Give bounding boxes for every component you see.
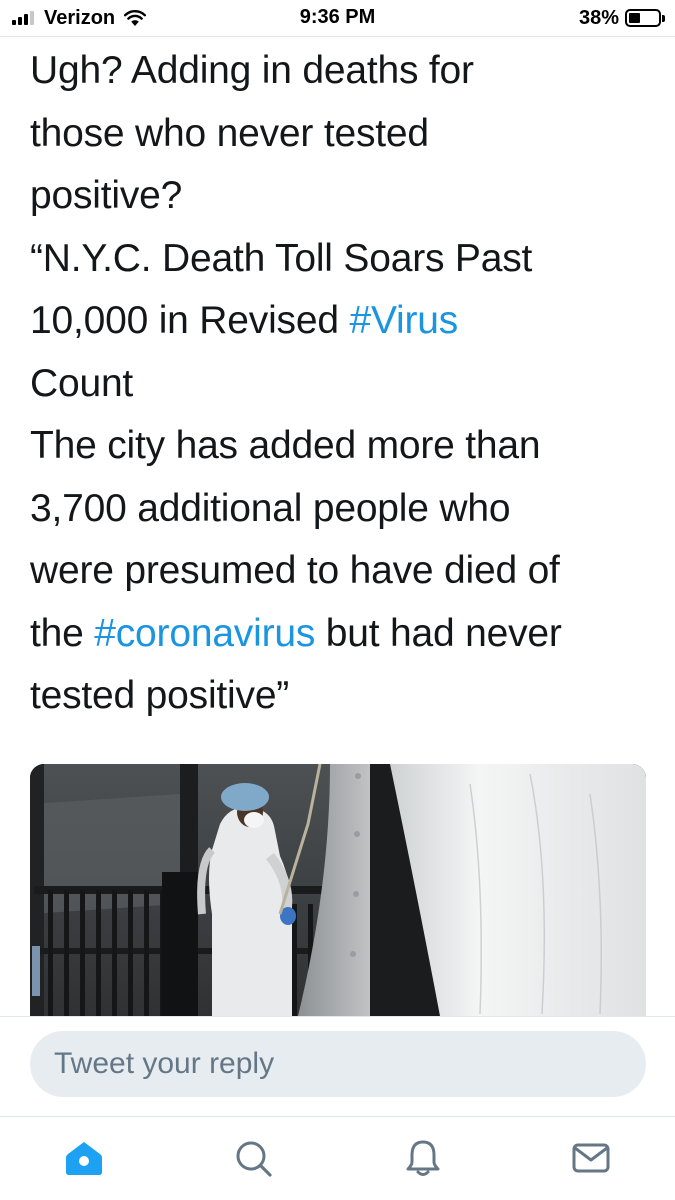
tweet-text-line: The city has added more than — [30, 415, 660, 478]
status-bar: Verizon 9:36 PM 38% — [0, 0, 675, 36]
tweet-text: Ugh? Adding in deaths for those who never… — [30, 40, 660, 728]
tweet-text-line: were presumed to have died of — [30, 540, 660, 603]
tweet-text-segment: tested positive” — [30, 674, 290, 717]
reply-bar — [0, 1016, 675, 1116]
tweet-text-line: “N.Y.C. Death Toll Soars Past — [30, 228, 660, 291]
tweet-photo[interactable] — [30, 764, 646, 1016]
tweet-text-segment: The city has added more than — [30, 424, 541, 467]
reply-input[interactable] — [30, 1031, 646, 1097]
tweet-text-segment: positive? — [30, 174, 183, 217]
tweet-text-line: tested positive” — [30, 665, 660, 728]
tweet-text-segment: Ugh? Adding in deaths for — [30, 49, 474, 92]
tweet-text-segment: Count — [30, 361, 134, 405]
tweet-text-line: the #coronavirus but had never — [30, 603, 660, 666]
tweet-text-segment: “N.Y.C. Death Toll Soars Past — [30, 236, 533, 280]
tweet-text-segment: 3,700 additional people who — [30, 486, 511, 530]
clock: 9:36 PM — [299, 6, 376, 28]
tweet-text-segment: were presumed to have died of — [30, 549, 560, 592]
tweet-text-line: 10,000 in Revised #Virus — [30, 290, 660, 353]
tweet-text-line: Ugh? Adding in deaths for — [30, 40, 660, 103]
mail-icon — [572, 1143, 610, 1173]
tweet-text-line: positive? — [30, 165, 660, 228]
status-divider — [0, 36, 675, 37]
home-icon — [66, 1142, 102, 1175]
tweet-text-segment: 10,000 in Revised — [30, 299, 350, 342]
status-bar-right: 38% — [578, 6, 665, 30]
hashtag-link[interactable]: #Virus — [349, 299, 458, 342]
search-icon — [236, 1141, 272, 1177]
tweet-text-segment: those who never tested — [30, 111, 429, 155]
tab-home[interactable] — [61, 1135, 107, 1181]
tweet-text-segment: but had never — [315, 611, 562, 655]
bell-icon — [406, 1140, 440, 1176]
hashtag-link[interactable]: #coronavirus — [94, 612, 315, 655]
tweet-text-segment: the — [30, 611, 95, 655]
tweet-text-line: those who never tested — [30, 103, 660, 166]
tab-search[interactable] — [230, 1135, 276, 1181]
bottom-tab-bar — [0, 1116, 675, 1200]
battery-icon — [625, 9, 665, 27]
tab-notifications[interactable] — [400, 1135, 446, 1181]
tweet-text-line: Count — [30, 353, 660, 416]
photo-worker-in-protective-suit — [30, 764, 646, 1016]
tweet-text-line: 3,700 additional people who — [30, 478, 660, 541]
tab-messages[interactable] — [568, 1135, 614, 1181]
battery-percent: 38% — [578, 6, 619, 29]
